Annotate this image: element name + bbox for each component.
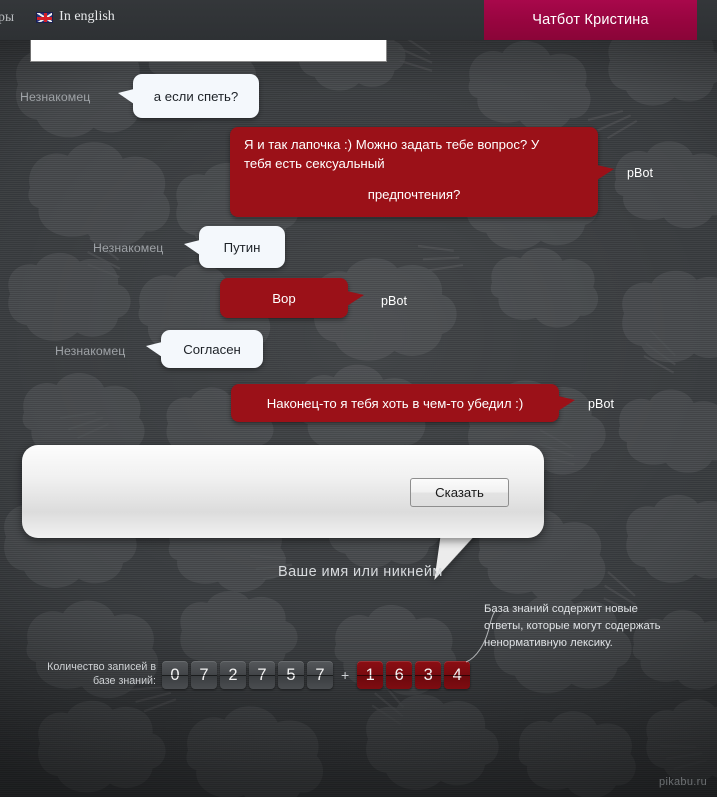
counter-digit: 7 — [191, 661, 217, 689]
note-leader-line — [465, 609, 497, 663]
counter-digit: 7 — [307, 661, 333, 689]
knowledge-base-counter: 0 7 2 7 5 7 + 1 6 3 4 — [162, 661, 471, 689]
knowledge-base-note: База знаний содержит новые ответы, котор… — [484, 601, 714, 652]
message-author-label-bot: pBot — [381, 294, 408, 308]
counter-digit: 7 — [249, 661, 275, 689]
counter-digit: 0 — [162, 661, 188, 689]
message-author-label-bot: pBot — [588, 397, 615, 411]
chat-bubble-text: Путин — [223, 239, 261, 255]
chat-bubble-text: Вор — [272, 290, 296, 306]
chat-bubble-text-line-1: Я и так лапочка :) Можно задать тебе воп… — [244, 137, 540, 152]
note-line-3: ненормативную лексику. — [484, 637, 613, 649]
counter-label-line-2: базе знаний: — [93, 675, 156, 687]
knowledge-base-count-label: Количество записей в базе знаний: — [38, 660, 156, 688]
send-message-label: Сказать — [435, 485, 484, 500]
chat-bubble-text-line-3: предпочтения? — [367, 187, 461, 202]
counter-label-line-1: Количество записей в — [47, 661, 156, 673]
message-author-label: Незнакомец — [93, 241, 164, 255]
counter-digit-new: 3 — [415, 661, 442, 689]
nickname-hint-text: Ваше имя или никнейм — [278, 564, 443, 580]
chat-bubble-user: Согласен — [146, 330, 263, 368]
site-watermark: pikabu.ru — [659, 776, 707, 788]
counter-plus-sign: + — [341, 667, 350, 683]
message-author-label: Незнакомец — [20, 90, 91, 104]
chat-bubble-user: Путин — [184, 226, 285, 268]
note-line-2: ответы, которые могут содержать — [484, 620, 661, 632]
message-author-label-bot: pBot — [627, 166, 654, 180]
chat-bubble-text: Наконец-то я тебя хоть в чем-то убедил :… — [266, 395, 524, 411]
chat-bubble-text: а если спеть? — [153, 88, 239, 104]
language-switch-link[interactable]: In english — [36, 9, 115, 25]
chatbot-title-tab[interactable]: Чатбот Кристина — [484, 0, 697, 40]
chat-bubble-text-line-2: тебя есть сексуальный — [244, 156, 385, 171]
top-nav-links: горы In english — [0, 9, 115, 25]
counter-digit-new: 1 — [357, 661, 384, 689]
nav-link-truncated[interactable]: горы — [0, 9, 14, 25]
note-line-1: База знаний содержит новые — [484, 603, 638, 615]
chat-bubble-bot: Вор — [220, 278, 364, 318]
uk-flag-icon — [36, 11, 54, 23]
counter-digit-new: 6 — [386, 661, 413, 689]
send-message-button[interactable]: Сказать — [410, 478, 509, 507]
message-author-label: Незнакомец — [55, 344, 126, 358]
chatbot-title-label: Чатбот Кристина — [532, 12, 649, 28]
counter-digit: 2 — [220, 661, 246, 689]
chat-bubble-bot: Наконец-то я тебя хоть в чем-то убедил :… — [231, 384, 575, 422]
counter-digit: 5 — [278, 661, 304, 689]
language-switch-label: In english — [59, 9, 115, 24]
chat-bubble-bot: Я и так лапочка :) Можно задать тебе воп… — [230, 127, 614, 217]
chat-bubble-text: Согласен — [183, 341, 241, 357]
chat-bubble-user: а если спеть? — [118, 74, 259, 118]
